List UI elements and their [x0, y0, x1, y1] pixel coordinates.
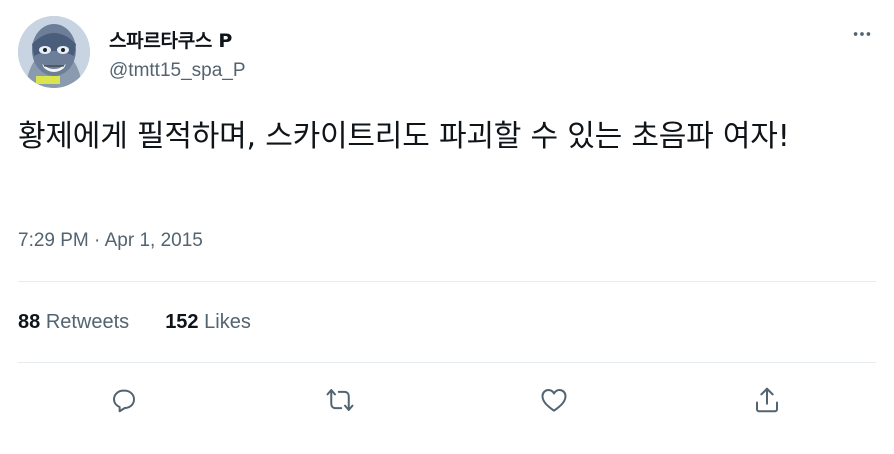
retweet-button[interactable]: [322, 382, 358, 418]
share-icon: [756, 387, 778, 413]
divider: [18, 362, 876, 363]
retweets-stat[interactable]: 88 Retweets: [18, 311, 129, 334]
reply-icon: [113, 389, 135, 413]
retweets-count: 88: [18, 311, 41, 333]
more-button[interactable]: [846, 18, 878, 50]
reply-button[interactable]: [106, 382, 142, 418]
more-horizontal-icon: [853, 32, 871, 36]
avatar[interactable]: [18, 16, 90, 88]
like-icon: [541, 389, 567, 412]
likes-label: Likes: [204, 311, 251, 333]
likes-count: 152: [165, 311, 199, 333]
tweet-actions: [0, 382, 894, 418]
user-handle[interactable]: @tmtt15_spa_P: [109, 60, 246, 82]
share-button[interactable]: [749, 382, 785, 418]
tweet-timestamp[interactable]: 7:29 PM · Apr 1, 2015: [18, 230, 203, 252]
retweets-label: Retweets: [45, 311, 130, 333]
retweet-icon: [326, 389, 354, 411]
likes-stat[interactable]: 152 Likes: [165, 311, 251, 334]
display-name[interactable]: 스파르타쿠스 P: [109, 26, 232, 53]
tweet-stats: 88 Retweets 152 Likes: [18, 311, 251, 334]
divider: [18, 281, 876, 282]
tweet-text: 황제에게 필적하며, 스카이트리도 파괴할 수 있는 초음파 여자!: [18, 119, 790, 154]
like-button[interactable]: [536, 382, 572, 418]
